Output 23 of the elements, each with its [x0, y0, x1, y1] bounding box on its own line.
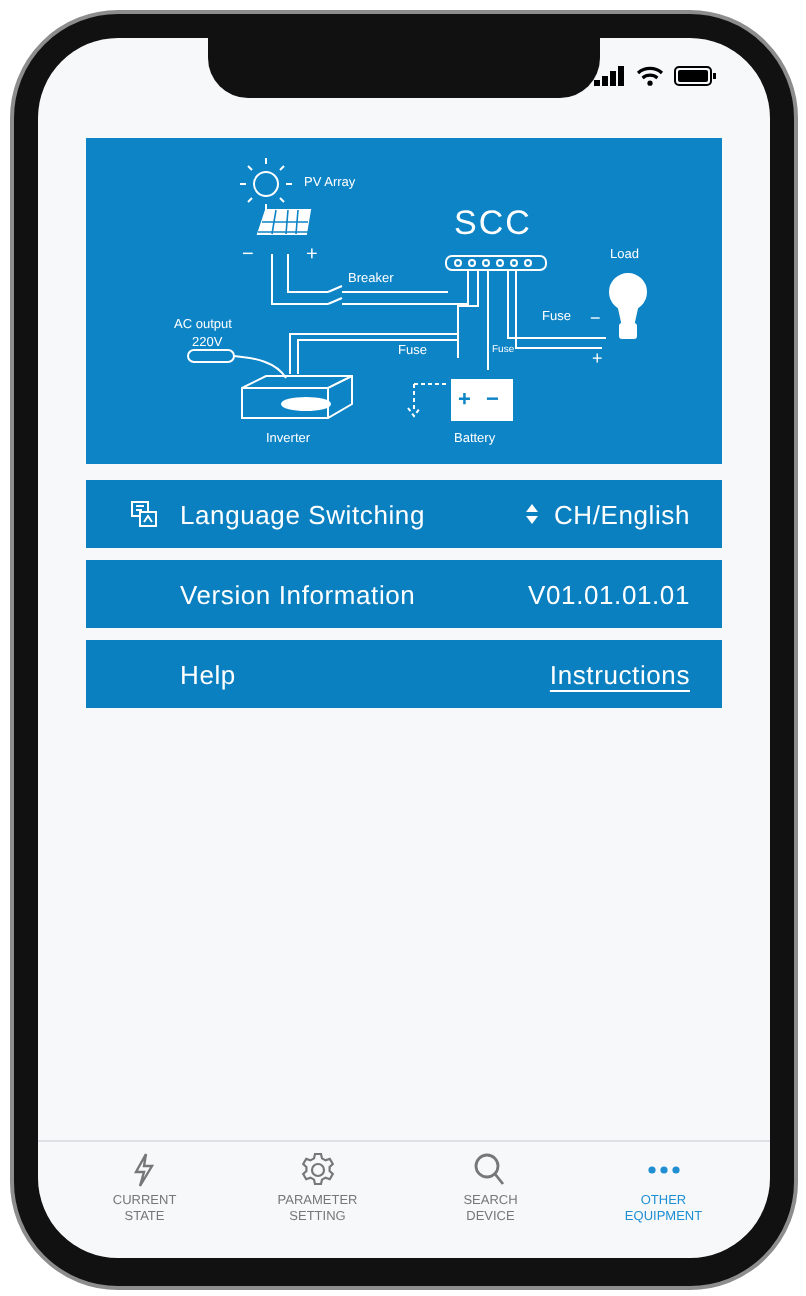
- row-label: Help: [180, 659, 238, 689]
- scc-title: SCC: [454, 204, 532, 242]
- settings-row[interactable]: Help Instructions: [86, 640, 722, 708]
- language-icon: [130, 500, 158, 528]
- sort-arrows-icon: [525, 504, 538, 524]
- settings-icon: [297, 1150, 338, 1190]
- diagram-label: −: [590, 308, 601, 328]
- battery-icon: [674, 66, 718, 86]
- wifi-icon: [636, 66, 664, 86]
- instructions-link[interactable]: Instructions: [549, 659, 690, 689]
- row-label: Language Switching: [180, 499, 427, 529]
- diagram-label: +: [592, 348, 603, 368]
- signal-icon: [594, 66, 626, 86]
- version-value: V01.01.01.01: [528, 579, 690, 609]
- language-value[interactable]: CH/English: [553, 499, 690, 529]
- settings-row[interactable]: Version Information V01.01.01.01: [86, 560, 722, 628]
- row-label: Version Information: [180, 579, 418, 609]
- diagram-label: −: [242, 244, 254, 266]
- diagram-label: +: [306, 244, 318, 266]
- diagram-label: +: [458, 388, 471, 412]
- settings-row[interactable]: Language Switching CH/English: [86, 480, 722, 548]
- more-icon: [647, 1166, 680, 1174]
- diagram-label: −: [486, 388, 499, 412]
